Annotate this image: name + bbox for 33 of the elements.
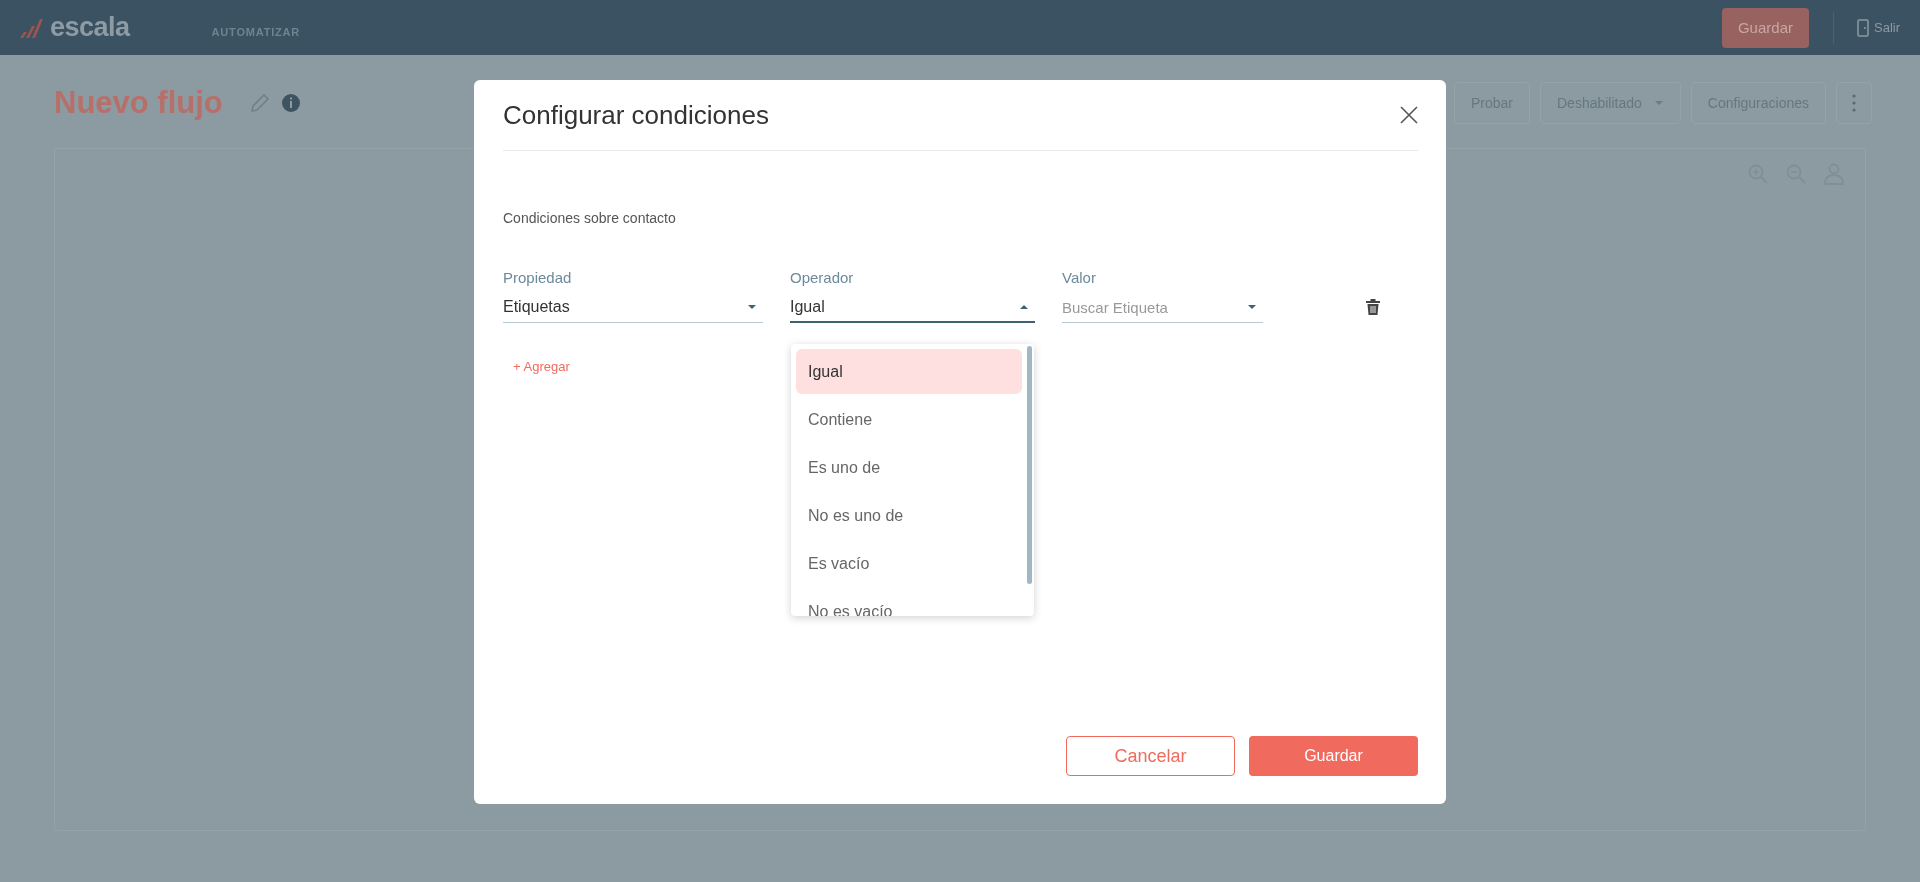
dropdown-option[interactable]: Es vacío [796, 541, 1022, 586]
cancel-button[interactable]: Cancelar [1066, 736, 1235, 776]
caret-icon [1019, 303, 1029, 310]
dropdown-option[interactable]: Es uno de [796, 445, 1022, 490]
save-button[interactable]: Guardar [1249, 736, 1418, 776]
caret-icon [1653, 100, 1664, 106]
scrollbar[interactable] [1027, 346, 1032, 584]
door-icon [1856, 18, 1870, 37]
trash-icon [1366, 299, 1380, 315]
field-label: Operador [790, 269, 855, 286]
dropdown-option[interactable]: Contiene [796, 397, 1022, 442]
kebab-icon [1852, 94, 1856, 112]
info-icon[interactable] [280, 93, 301, 113]
select-field[interactable]: Buscar Etiqueta [1062, 292, 1263, 323]
select-field[interactable]: Etiquetas [503, 292, 763, 323]
close-button[interactable] [1400, 106, 1418, 124]
caret-icon [747, 304, 757, 310]
dropdown-option[interactable]: No es uno de [796, 493, 1022, 538]
exit-link[interactable]: Salir [1856, 18, 1900, 37]
field-label: Valor [1062, 269, 1097, 286]
save-button[interactable]: Guardar [1721, 7, 1809, 48]
section-label: Condiciones sobre contacto [503, 210, 677, 226]
dialog-title: Configurar condiciones [503, 99, 769, 131]
pencil-icon[interactable] [248, 92, 271, 114]
close-icon [1400, 106, 1418, 124]
logo[interactable]: escala [50, 12, 130, 43]
dropdown-option[interactable]: Igual [796, 349, 1022, 394]
caret-icon [1247, 304, 1257, 310]
more-button[interactable] [1836, 82, 1872, 124]
delete-button[interactable] [1366, 299, 1380, 315]
field-label: Propiedad [503, 269, 573, 286]
select-field[interactable]: Igual [790, 292, 1035, 323]
add-link[interactable]: + Agregar [513, 359, 570, 374]
